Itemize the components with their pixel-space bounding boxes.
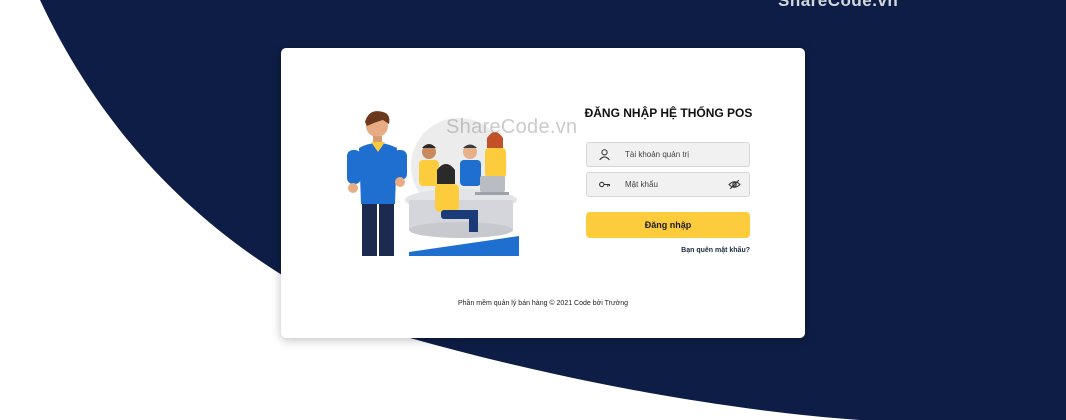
watermark: ShareCode.vn (446, 116, 578, 138)
login-card: ShareCode.vn ĐĂNG NHẬP HỆ THỐNG POS Đăng… (281, 48, 805, 338)
top-watermark: ShareCode.vn (778, 0, 899, 10)
password-input[interactable] (625, 173, 735, 196)
page-title: ĐĂNG NHẬP HỆ THỐNG POS (584, 106, 753, 120)
key-icon (599, 181, 610, 188)
forgot-password-link[interactable]: Bạn quên mật khẩu? (631, 247, 750, 254)
eye-off-icon[interactable] (728, 178, 741, 191)
password-field[interactable] (586, 172, 750, 197)
footer-text: Phần mềm quản lý bán hàng © 2021 Code bở… (457, 300, 629, 307)
username-input[interactable] (625, 143, 735, 166)
user-icon (599, 149, 610, 161)
login-button[interactable]: Đăng nhập (586, 212, 750, 238)
username-field[interactable] (586, 142, 750, 167)
